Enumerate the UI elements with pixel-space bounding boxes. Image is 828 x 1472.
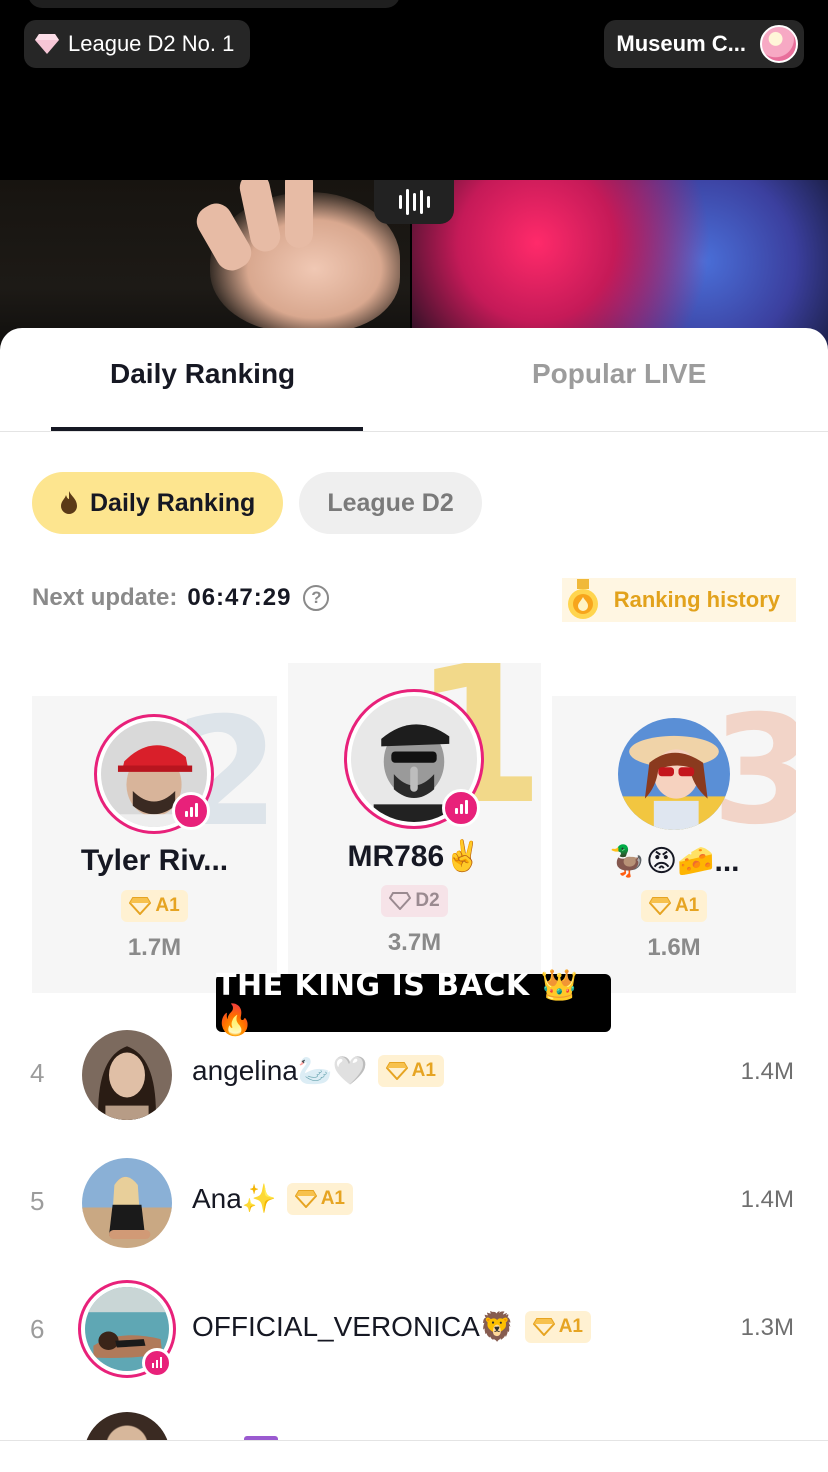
list-item[interactable]: 4 angelina🦢🤍 A1 1.4M: [0, 1028, 828, 1128]
next-update-countdown: 06:47:29: [187, 584, 292, 611]
level-badge: A1: [524, 1310, 591, 1343]
ranking-history-label: Ranking history: [613, 587, 780, 612]
list-item[interactable]: 5 Ana✨ A1 1.4M: [0, 1156, 828, 1256]
avatar[interactable]: [82, 1158, 172, 1248]
avatar[interactable]: [618, 718, 730, 830]
level-badge-label: A1: [320, 1187, 345, 1209]
list-score: 1.4M: [740, 1186, 794, 1213]
tab-bar: Daily Ranking Popular LIVE: [0, 328, 828, 432]
chip-daily-ranking[interactable]: Daily Ranking: [32, 472, 284, 534]
diamond-icon: [389, 892, 412, 910]
host-pill[interactable]: Museum C...: [604, 20, 804, 68]
diamond-icon: [129, 897, 152, 915]
next-update-label: Next update:: [32, 584, 178, 611]
host-avatar[interactable]: [760, 25, 798, 63]
tab-popular-live[interactable]: Popular LIVE: [532, 358, 706, 390]
level-badge-label: A1: [155, 895, 180, 916]
podium-score: 1.7M: [127, 934, 182, 961]
list-name: Ana✨: [192, 1183, 277, 1214]
ranking-sheet: Daily Ranking Popular LIVE Daily Ranking…: [0, 328, 828, 1472]
list-name: angelina🦢🤍: [192, 1055, 368, 1086]
host-name: Museum C...: [616, 31, 746, 56]
podium-badge-row: D2: [288, 885, 541, 917]
diamond-icon: [35, 34, 59, 54]
level-badge: A1: [286, 1182, 353, 1215]
flame-icon: [61, 491, 77, 514]
live-indicator-icon: [172, 792, 210, 830]
chip-league-d2[interactable]: League D2: [299, 472, 482, 534]
list-score: 1.3M: [740, 1314, 794, 1341]
league-rank-pill[interactable]: League D2 No. 1: [24, 20, 251, 68]
diamond-icon: [532, 1317, 555, 1336]
live-indicator-icon: [442, 789, 480, 827]
level-badge: A1: [121, 890, 188, 922]
podium-badge-row: A1: [32, 890, 277, 922]
list-rank: 4: [30, 1058, 45, 1088]
podium-score: 3.7M: [387, 929, 442, 956]
level-badge-label: A1: [674, 895, 700, 916]
podium-name: MR786✌️: [347, 840, 482, 873]
top-header-pill: [28, 0, 400, 8]
list-name-row: Ana✨ A1: [192, 1182, 353, 1215]
list-name-row: OFFICIAL_VERONICA🦁 A1: [192, 1310, 591, 1343]
diamond-icon: [648, 897, 671, 915]
next-update-row: Next update: 06:47:29 ?: [32, 584, 330, 612]
ranking-history-button[interactable]: Ranking history: [561, 578, 796, 622]
top-three-podium: 2 Tyler Riv... A1 1.7M MR786✌️ D2 3.7M 3…: [0, 663, 828, 993]
podium-card-first[interactable]: 1 MR786✌️: [288, 663, 541, 993]
filter-chips: Daily Ranking League D2: [32, 472, 482, 534]
live-indicator-icon: [142, 1348, 172, 1378]
level-badge: A1: [640, 890, 708, 922]
list-score: 1.4M: [740, 1058, 794, 1085]
list-name-row: angelina🦢🤍 A1: [192, 1054, 444, 1087]
chip-daily-ranking-label: Daily Ranking: [90, 488, 256, 517]
podium-score: 1.6M: [647, 934, 701, 961]
level-badge-label: D2: [415, 890, 440, 911]
list-item[interactable]: 6 OFFICIAL_VERONICA🦁 A1 1.3M: [0, 1280, 828, 1384]
podium-card-third[interactable]: 3 🦆😡🧀... A1 1.6M: [552, 696, 796, 993]
bottom-bar: [0, 1440, 828, 1472]
help-icon[interactable]: ?: [303, 585, 330, 611]
live-audio-icon[interactable]: [374, 180, 454, 224]
podium-badge-row: A1: [552, 890, 796, 922]
comment-banner: THE KING IS BACK 👑🔥: [216, 968, 611, 1038]
list-rank: 5: [30, 1186, 45, 1216]
level-badge-label: A1: [411, 1059, 436, 1081]
level-badge: D2: [381, 885, 448, 917]
active-tab-indicator: [51, 427, 363, 431]
avatar[interactable]: [82, 1030, 172, 1120]
diamond-icon: [385, 1061, 408, 1080]
tab-daily-ranking[interactable]: Daily Ranking: [110, 358, 295, 390]
podium-card-second[interactable]: 2 Tyler Riv... A1 1.7M: [32, 696, 277, 993]
live-stream-area: League D2 No. 1 Museum C...: [0, 0, 828, 360]
podium-name: Tyler Riv...: [80, 844, 229, 877]
list-name: OFFICIAL_VERONICA🦁: [192, 1311, 515, 1342]
level-badge-label: A1: [558, 1315, 583, 1337]
level-badge: A1: [377, 1054, 444, 1087]
podium-name: 🦆😡🧀...: [608, 845, 740, 878]
league-rank-label: League D2 No. 1: [68, 31, 235, 56]
list-rank: 6: [30, 1314, 45, 1344]
medal-icon: [567, 579, 598, 619]
diamond-icon: [294, 1189, 317, 1208]
